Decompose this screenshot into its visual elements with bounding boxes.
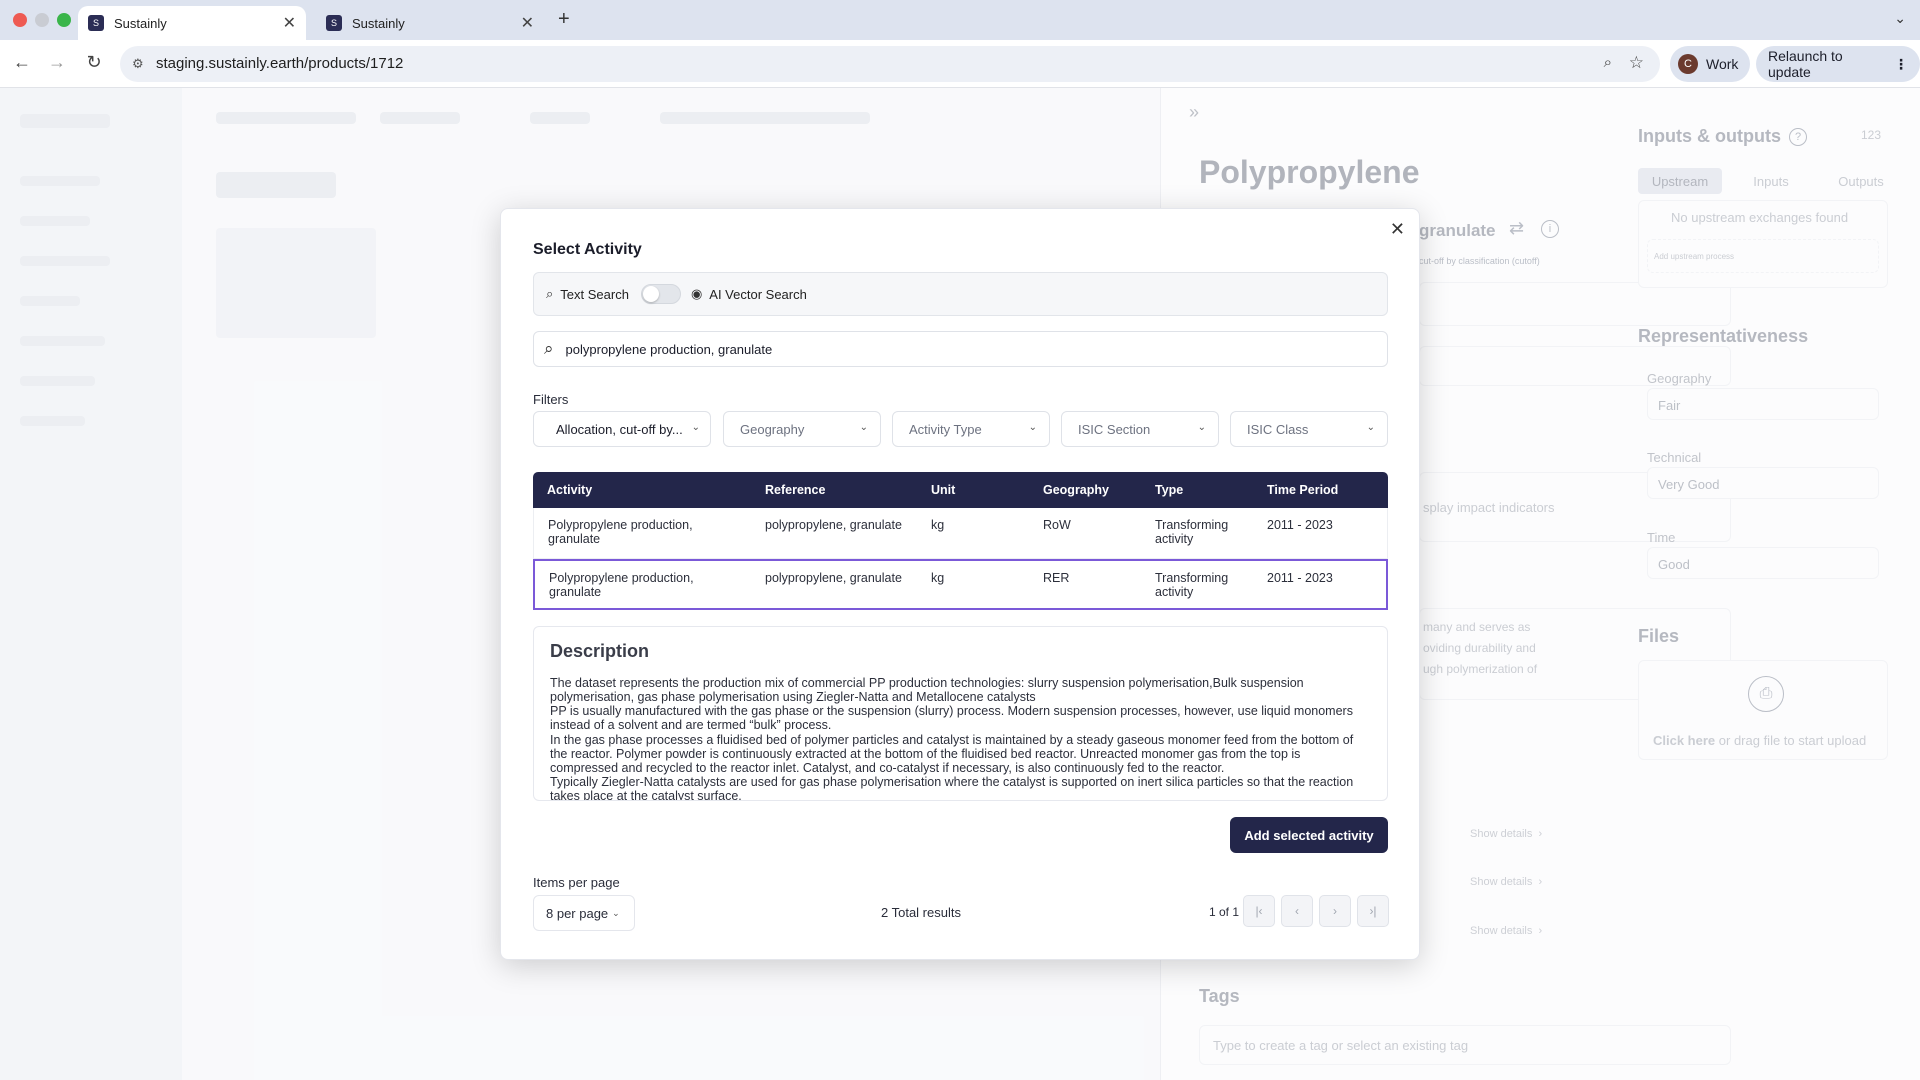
chevron-down-icon: ⌄ — [1366, 422, 1375, 433]
filters-label: Filters — [533, 392, 569, 407]
chevron-down-icon: ⌄ — [612, 907, 620, 918]
reload-icon[interactable]: ↻ — [82, 52, 106, 73]
address-bar[interactable]: ⚙ staging.sustainly.earth/products/1712 … — [120, 46, 1660, 82]
description-heading: Description — [550, 641, 650, 661]
search-icon: ⌕ — [546, 286, 554, 301]
geography-cell: RER — [1029, 559, 1141, 610]
tab-close-icon[interactable]: ✕ — [521, 13, 534, 33]
chevron-down-icon: ⌄ — [1028, 422, 1037, 433]
table-row-selected[interactable]: Polypropylene production, granulate poly… — [533, 559, 1388, 610]
tab-search-chevron-icon[interactable]: ⌄ — [1894, 10, 1906, 27]
description-panel[interactable]: Description The dataset represents the p… — [533, 626, 1388, 801]
window-maximize-button[interactable] — [57, 13, 71, 27]
tab-title: Sustainly — [114, 15, 167, 31]
type-cell: Transforming activity — [1141, 559, 1253, 610]
time-period-cell: 2011 - 2023 — [1253, 559, 1388, 610]
items-per-page-label: Items per page — [533, 875, 620, 890]
activity-type-filter[interactable]: Activity Type ⌄ — [892, 411, 1050, 447]
activity-cell: Polypropylene production, granulate — [533, 559, 751, 610]
profile-avatar: C — [1678, 54, 1698, 74]
window-close-button[interactable] — [13, 13, 27, 27]
bookmark-star-icon[interactable]: ☆ — [1629, 53, 1644, 73]
back-arrow-icon[interactable]: ← — [10, 52, 34, 73]
add-selected-activity-button[interactable]: Add selected activity — [1230, 817, 1388, 853]
column-header-geography[interactable]: Geography — [1029, 472, 1141, 508]
sustainly-favicon-icon: S — [326, 15, 342, 31]
description-text: The dataset represents the production mi… — [550, 676, 1354, 801]
modal-title: Select Activity — [533, 241, 642, 258]
page-indicator: 1 of 1 — [1209, 905, 1240, 919]
reference-cell: polypropylene, granulate — [751, 559, 917, 610]
activity-search-input[interactable] — [565, 341, 1346, 357]
chevron-down-icon: ⌄ — [691, 422, 700, 433]
activity-results-table: Activity Reference Unit Geography Type T… — [533, 472, 1388, 610]
total-results: 2 Total results — [881, 905, 961, 920]
filter-label: ISIC Section — [1078, 421, 1151, 437]
column-header-time-period[interactable]: Time Period — [1253, 472, 1388, 508]
site-settings-icon[interactable]: ⚙ — [132, 56, 144, 72]
type-cell: Transforming activity — [1141, 508, 1253, 559]
filter-label: Activity Type — [909, 421, 982, 437]
toggle-knob — [642, 286, 659, 302]
browser-menu-icon[interactable]: ⋮ — [1894, 56, 1908, 73]
time-period-cell: 2011 - 2023 — [1253, 508, 1388, 559]
geography-cell: RoW — [1029, 508, 1141, 559]
chevron-down-icon: ⌄ — [859, 422, 868, 433]
column-header-reference[interactable]: Reference — [751, 472, 917, 508]
ai-brain-icon: ◉ — [690, 286, 703, 301]
search-mode-toggle[interactable] — [640, 284, 681, 304]
browser-tab-active[interactable]: S Sustainly ✕ — [78, 6, 306, 40]
activity-search-box: ⌕ — [533, 331, 1388, 367]
sustainly-favicon-icon: S — [88, 15, 104, 31]
next-page-icon[interactable]: › — [1319, 895, 1351, 927]
browser-toolbar: ← → ↻ ⚙ staging.sustainly.earth/products… — [0, 40, 1920, 88]
tab-title: Sustainly — [352, 15, 405, 31]
unit-cell: kg — [917, 508, 1029, 559]
table-header-row: Activity Reference Unit Geography Type T… — [533, 472, 1388, 508]
filter-label: ISIC Class — [1247, 421, 1309, 437]
text-search-label[interactable]: Text Search — [560, 287, 629, 302]
window-minimize-button[interactable] — [35, 13, 49, 27]
last-page-icon[interactable]: ›| — [1357, 895, 1389, 927]
new-tab-icon[interactable]: + — [558, 8, 570, 31]
tab-close-icon[interactable]: ✕ — [283, 13, 296, 33]
unit-cell: kg — [917, 559, 1029, 610]
items-per-page-select[interactable]: 8 per page ⌄ — [533, 895, 635, 931]
column-header-unit[interactable]: Unit — [917, 472, 1029, 508]
select-activity-modal: ✕ Select Activity ⌕ Text Search ◉ AI Vec… — [500, 208, 1420, 960]
chevron-down-icon: ⌄ — [1197, 422, 1206, 433]
close-icon[interactable]: ✕ — [1390, 219, 1405, 240]
first-page-icon[interactable]: |‹ — [1243, 895, 1275, 927]
filter-label: Allocation, cut-off by... — [556, 421, 683, 437]
column-header-activity[interactable]: Activity — [533, 472, 751, 508]
relaunch-label: Relaunch to update — [1768, 48, 1843, 80]
zoom-icon[interactable]: ⌕ — [1604, 54, 1612, 71]
allocation-filter[interactable]: Allocation, cut-off by... ⌄ — [533, 411, 711, 447]
isic-class-filter[interactable]: ISIC Class ⌄ — [1230, 411, 1388, 447]
browser-tab[interactable]: S Sustainly ✕ — [316, 6, 544, 40]
previous-page-icon[interactable]: ‹ — [1281, 895, 1313, 927]
column-header-type[interactable]: Type — [1141, 472, 1253, 508]
search-icon: ⌕ — [544, 339, 554, 358]
filter-label: Geography — [740, 421, 805, 437]
isic-section-filter[interactable]: ISIC Section ⌄ — [1061, 411, 1219, 447]
url-text[interactable]: staging.sustainly.earth/products/1712 — [156, 55, 403, 72]
geography-filter[interactable]: Geography ⌄ — [723, 411, 881, 447]
reference-cell: polypropylene, granulate — [751, 508, 917, 559]
ai-vector-search-label[interactable]: AI Vector Search — [709, 287, 807, 302]
activity-cell: Polypropylene production, granulate — [533, 508, 751, 559]
browser-tab-bar: S Sustainly ✕ S Sustainly ✕ + ⌄ — [0, 0, 1920, 40]
relaunch-update-button[interactable]: Relaunch to update ⋮ — [1756, 46, 1920, 82]
profile-label: Work — [1706, 56, 1739, 72]
items-per-page-value: 8 per page — [546, 905, 609, 921]
search-mode-bar: ⌕ Text Search ◉ AI Vector Search — [533, 272, 1388, 316]
forward-arrow-icon[interactable]: → — [45, 52, 69, 73]
table-row[interactable]: Polypropylene production, granulate poly… — [533, 508, 1388, 559]
profile-button[interactable]: C Work — [1670, 46, 1751, 82]
